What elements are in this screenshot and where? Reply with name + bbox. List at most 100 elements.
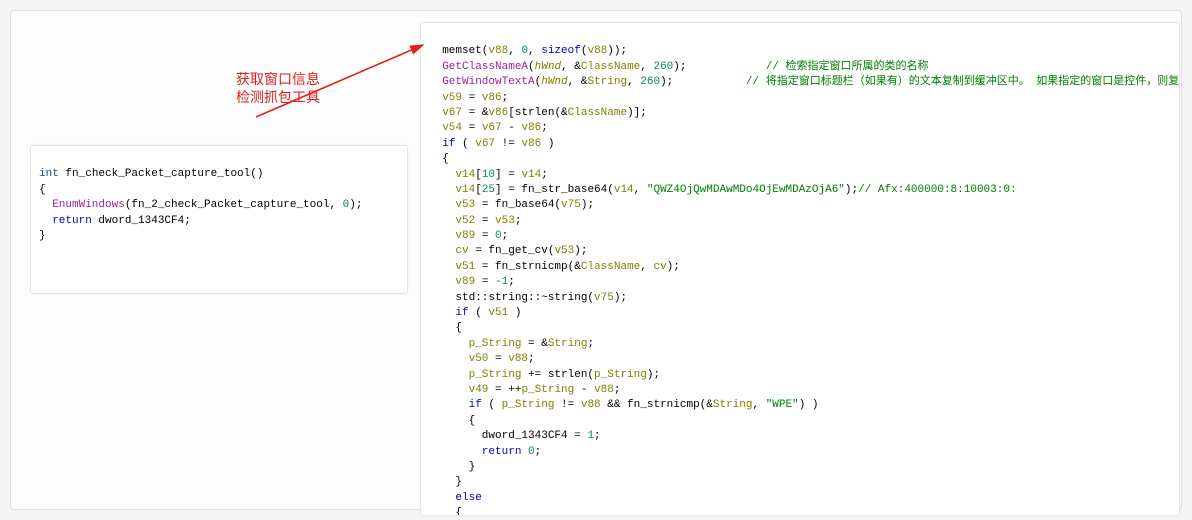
code-token: v89 (455, 276, 475, 288)
code-token: v67 (482, 122, 502, 134)
code-token: v49 (469, 384, 489, 396)
code-token: v67 (475, 138, 495, 150)
code-token: v14 (455, 184, 475, 196)
code-token: v67 (442, 107, 462, 119)
code-token: v75 (594, 292, 614, 304)
code-token: String (548, 338, 588, 350)
code-token: } (429, 461, 475, 473)
code-token: p_String (469, 338, 522, 350)
code-token (429, 384, 469, 396)
code-token: ; (587, 338, 594, 350)
code-token (429, 215, 455, 227)
code-token: ); (614, 292, 627, 304)
code-token (429, 92, 442, 104)
code-token: )]; (627, 107, 647, 119)
code-token (429, 369, 469, 381)
code-token: if (442, 138, 455, 150)
code-token: v14 (614, 184, 634, 196)
code-token: != (495, 138, 521, 150)
code-token: v88 (581, 399, 601, 411)
code-token: GetWindowTextA (429, 76, 535, 88)
code-token: , (640, 61, 653, 73)
code-token: [strlen(& (508, 107, 567, 119)
code-token: ; (502, 230, 509, 242)
code-token (429, 107, 442, 119)
code-comment: // 将指定窗口标题栏（如果有）的文本复制到缓冲区中。 如果指定的窗口是控件，则… (673, 76, 1180, 88)
code-token: p_String (502, 399, 555, 411)
left-code-panel: int fn_check_Packet_capture_tool() { Enu… (30, 145, 408, 294)
code-token: = (462, 92, 482, 104)
code-token: ( (469, 307, 489, 319)
code-token: v86 (488, 107, 508, 119)
code-token: v51 (488, 307, 508, 319)
code-token: ; (535, 446, 542, 458)
code-token: = fn_get_cv( (469, 245, 555, 257)
code-token: v88 (488, 45, 508, 57)
code-token: ; (502, 92, 509, 104)
code-token: memset( (429, 45, 488, 57)
code-token (429, 276, 455, 288)
code-token: = ++ (488, 384, 521, 396)
code-token: ; (594, 430, 601, 442)
code-token (429, 199, 455, 211)
code-token (429, 245, 455, 257)
code-token: "WPE" (766, 399, 799, 411)
code-token: ); (660, 76, 673, 88)
code-token: v53 (455, 199, 475, 211)
code-token: = (475, 230, 495, 242)
code-token: [ (475, 169, 482, 181)
code-token: v89 (455, 230, 475, 242)
code-token: , & (561, 61, 581, 73)
code-token: )); (607, 45, 627, 57)
code-token: 25 (482, 184, 495, 196)
code-token: v88 (587, 45, 607, 57)
code-token: if (469, 399, 482, 411)
code-token: = fn_strnicmp(& (475, 261, 581, 273)
code-token: ] = (495, 169, 521, 181)
code-token: (fn_2_check_Packet_capture_tool, (125, 199, 343, 211)
code-token: v59 (442, 92, 462, 104)
code-token: ) (508, 307, 521, 319)
code-token: ); (349, 199, 362, 211)
code-token: , & (568, 76, 588, 88)
code-token: return (39, 215, 92, 227)
annotation-line1: 获取窗口信息 (236, 71, 320, 87)
code-token: v53 (495, 215, 515, 227)
code-token: } (39, 230, 46, 242)
code-token: ); (845, 184, 858, 196)
code-token: = (475, 276, 495, 288)
code-token (429, 230, 455, 242)
code-token (429, 138, 442, 150)
code-token (429, 184, 455, 196)
code-token: 260 (640, 76, 660, 88)
code-token: ; (541, 169, 548, 181)
code-token: += strlen( (521, 369, 594, 381)
code-token: = (488, 353, 508, 365)
code-token: ] = fn_str_base64( (495, 184, 614, 196)
code-token: [ (475, 184, 482, 196)
code-token: , (640, 261, 653, 273)
code-token: ); (667, 261, 680, 273)
code-token: ; (541, 122, 548, 134)
code-token: ClassName (581, 261, 640, 273)
code-token: ; (528, 353, 535, 365)
code-token: ; (515, 215, 522, 227)
code-token: { (429, 153, 449, 165)
code-token: v88 (594, 384, 614, 396)
code-token: v14 (455, 169, 475, 181)
code-token: v75 (561, 199, 581, 211)
code-token: && fn_strnicmp(& (601, 399, 713, 411)
code-token: v86 (521, 138, 541, 150)
code-token: 0 (528, 446, 535, 458)
code-token: ) ) (799, 399, 819, 411)
code-token: - (502, 122, 522, 134)
code-token: ); (581, 199, 594, 211)
code-token: , (627, 76, 640, 88)
code-token: ( (528, 61, 535, 73)
code-token: { (429, 322, 462, 334)
code-token (429, 261, 455, 273)
code-token: v50 (469, 353, 489, 365)
code-token: v88 (508, 353, 528, 365)
code-comment: // Afx:400000:8:10003:0: (858, 184, 1016, 196)
code-token: 0 (495, 230, 502, 242)
